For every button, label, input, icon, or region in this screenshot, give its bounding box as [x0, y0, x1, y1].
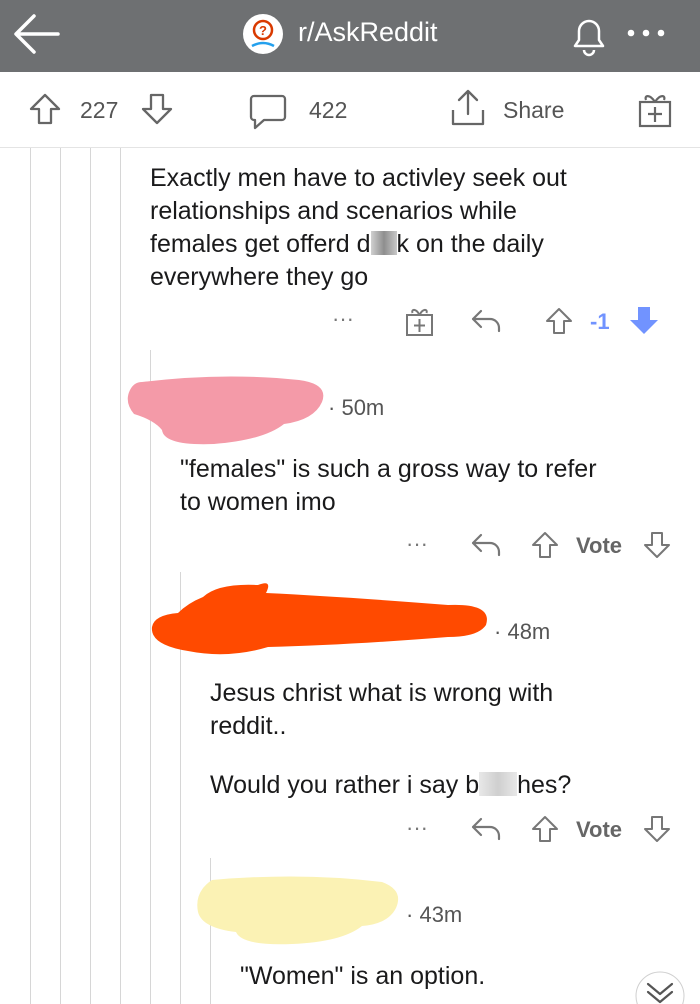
comment-text-line: females get offerd dk on the daily — [150, 230, 544, 258]
comment-text-line: relationships and scenarios while — [150, 197, 517, 225]
comment-text-line: to women imo — [180, 488, 336, 516]
award-icon[interactable] — [404, 305, 436, 337]
more-options-button[interactable]: ··· — [406, 531, 428, 557]
downvote-icon[interactable] — [140, 92, 174, 126]
comment-text-line: "females" is such a gross way to refer — [180, 455, 597, 483]
share-icon[interactable] — [448, 88, 488, 128]
comment-text-line: reddit.. — [210, 712, 287, 740]
comment-text-line: Would you rather i say b hes? — [210, 771, 572, 799]
comment-text-line: "Women" is an option. — [240, 962, 486, 990]
comment-timestamp: · 50m — [328, 395, 385, 420]
upvote-count: 227 — [80, 97, 119, 123]
subreddit-title[interactable]: r/AskReddit — [298, 14, 438, 50]
vote-label: Vote — [576, 533, 623, 558]
thread-line — [30, 148, 31, 1004]
svg-text:?: ? — [259, 23, 267, 38]
upvote-icon[interactable] — [530, 814, 560, 844]
comment-icon[interactable] — [248, 92, 288, 132]
more-icon[interactable] — [626, 28, 670, 38]
redacted-username — [197, 876, 399, 945]
downvote-icon[interactable] — [642, 814, 672, 844]
top-bar: ? r/AskReddit — [0, 0, 700, 72]
more-options-button[interactable]: ··· — [332, 306, 354, 332]
redacted-username — [151, 583, 487, 655]
more-options-button[interactable]: ··· — [406, 815, 428, 841]
chevron-down-icon[interactable] — [635, 971, 685, 1004]
blurred-word — [479, 772, 518, 796]
reply-icon[interactable] — [470, 532, 502, 558]
comment-timestamp: · 43m — [406, 902, 463, 927]
thread-line — [60, 148, 61, 1004]
upvote-icon[interactable] — [28, 92, 62, 126]
upvote-icon[interactable] — [544, 306, 574, 336]
back-arrow-icon[interactable] — [12, 12, 62, 56]
redacted-username — [127, 376, 324, 445]
downvote-icon-active[interactable] — [628, 304, 660, 336]
comment-timestamp: · 48m — [494, 619, 551, 644]
comment-text-line: Exactly men have to activley seek out — [150, 164, 567, 192]
reply-icon[interactable] — [470, 816, 502, 842]
upvote-icon[interactable] — [530, 530, 560, 560]
bell-icon[interactable] — [566, 12, 612, 58]
subreddit-avatar-icon: ? — [243, 14, 283, 54]
downvote-icon[interactable] — [642, 530, 672, 560]
comment-text-line: everywhere they go — [150, 263, 369, 291]
share-button[interactable]: Share — [503, 96, 564, 124]
vote-label: Vote — [576, 817, 623, 842]
reply-icon[interactable] — [470, 308, 502, 334]
comment-score: -1 — [590, 309, 610, 334]
comment-text-line: Jesus christ what is wrong with — [210, 679, 554, 707]
blurred-word — [370, 231, 397, 255]
award-icon[interactable] — [636, 90, 676, 130]
thread-line — [120, 148, 121, 1004]
comment-count: 422 — [309, 97, 348, 123]
thread-line — [90, 148, 91, 1004]
